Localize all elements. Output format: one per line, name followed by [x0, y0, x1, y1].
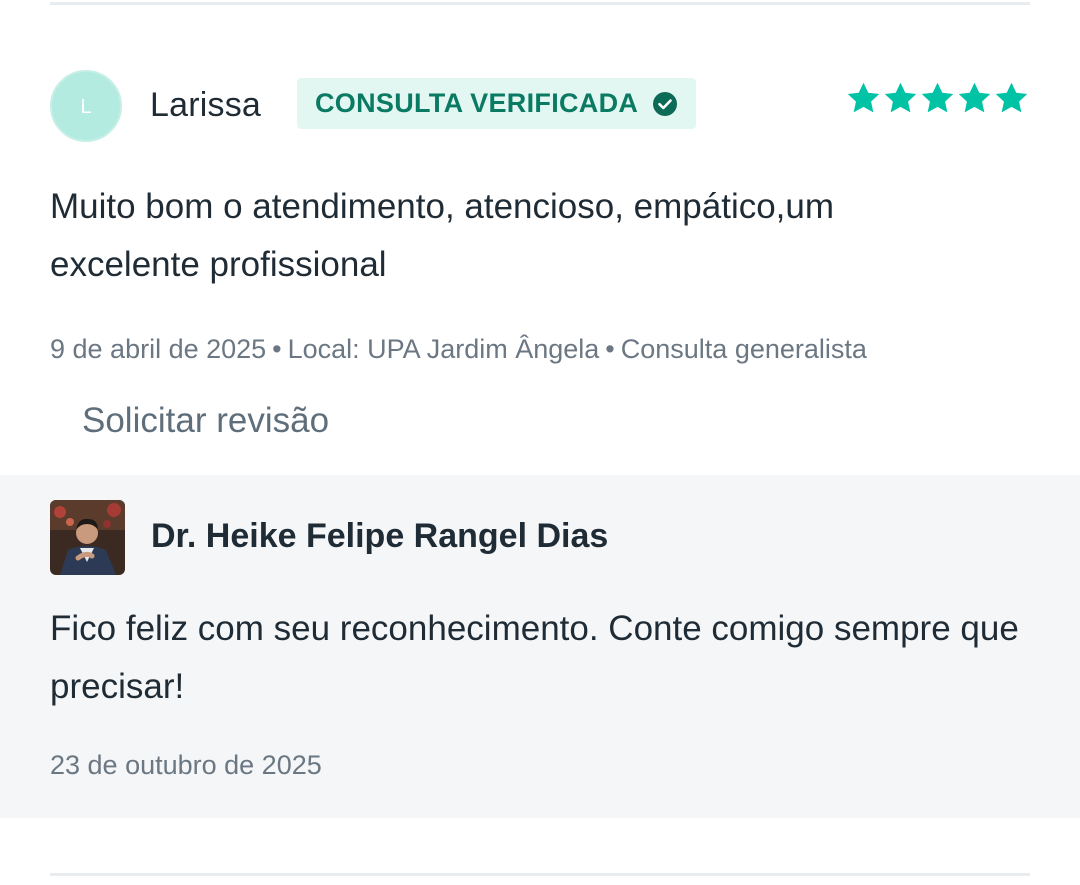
review-meta: 9 de abril de 2025 • Local: UPA Jardim Âng… [50, 334, 867, 365]
reviewer-name: Larissa [150, 86, 262, 124]
review-date: 9 de abril de 2025 [50, 334, 267, 364]
review-location: Local: UPA Jardim Ângela [287, 334, 600, 364]
review-card: L Larissa CONSULTA VERIFICADA Muito bom … [0, 0, 1080, 885]
review-text: Muito bom o atendimento, atencioso, empá… [50, 187, 835, 284]
rating-stars [845, 80, 1030, 120]
verified-label: CONSULTA VERIFICADA [315, 88, 639, 118]
meta-separator: • [605, 334, 615, 364]
reply-text: Fico feliz com seu reconhecimento. Conte… [50, 609, 1019, 706]
star-icon [882, 80, 919, 117]
star-icon [919, 80, 956, 117]
doctor-reply: Dr. Heike Felipe Rangel Dias Fico feliz … [0, 475, 1080, 818]
star-icon [993, 80, 1030, 117]
doctor-name: Dr. Heike Felipe Rangel Dias [151, 517, 609, 555]
star-icon [956, 80, 993, 117]
check-circle-icon [652, 91, 678, 117]
request-review-button[interactable]: Solicitar revisão [82, 401, 329, 441]
review-service: Consulta generalista [620, 334, 867, 364]
meta-separator: • [272, 334, 282, 364]
verified-badge: CONSULTA VERIFICADA [297, 78, 696, 129]
star-icon [845, 80, 882, 117]
review-header: L Larissa CONSULTA VERIFICADA [50, 70, 1030, 146]
divider [50, 2, 1030, 5]
doctor-avatar [50, 500, 125, 575]
avatar: L [50, 70, 122, 142]
divider [50, 873, 1030, 876]
reply-date: 23 de outubro de 2025 [50, 750, 322, 780]
